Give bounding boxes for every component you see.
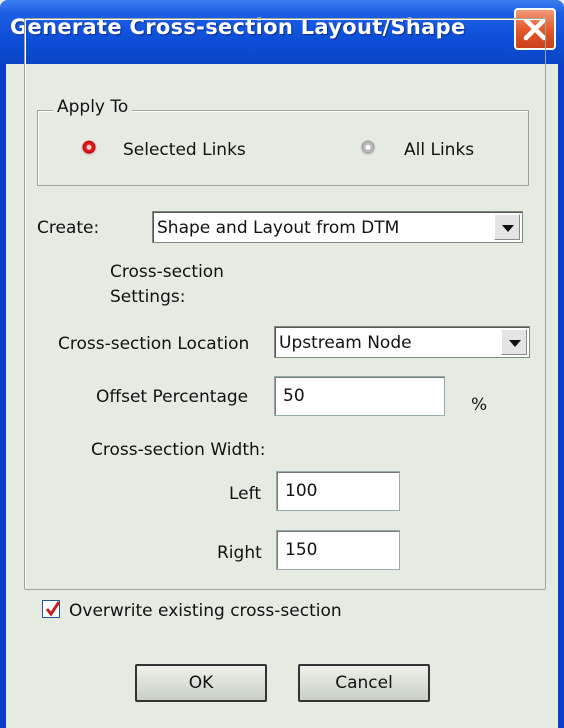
settings-heading-line1: Cross-section [110,262,224,282]
width-label: Cross-section Width: [91,440,266,460]
offset-input[interactable]: 50 [274,376,445,416]
radio-all-links[interactable] [360,140,376,156]
right-width-value: 150 [285,540,318,560]
create-select[interactable]: Shape and Layout from DTM [152,211,523,243]
create-select-value: Shape and Layout from DTM [157,218,400,238]
radio-all-links-label[interactable]: All Links [404,140,474,160]
chevron-down-icon[interactable] [501,329,527,355]
offset-value: 50 [283,386,305,406]
location-select[interactable]: Upstream Node [274,326,530,358]
right-width-input[interactable]: 150 [276,530,400,570]
overwrite-label[interactable]: Overwrite existing cross-section [69,601,342,621]
left-label: Left [229,484,261,504]
radio-selected-links-label[interactable]: Selected Links [123,140,246,160]
location-select-value: Upstream Node [279,333,412,353]
location-label: Cross-section Location [58,334,250,354]
radio-selected-links[interactable] [81,140,97,156]
chevron-down-icon[interactable] [494,214,520,240]
cancel-button[interactable]: Cancel [298,664,430,702]
checkmark-icon [45,601,61,617]
left-width-input[interactable]: 100 [276,471,400,511]
create-label: Create: [37,218,100,238]
right-label: Right [217,543,262,563]
offset-unit: % [471,395,488,415]
ok-button[interactable]: OK [135,664,267,702]
left-width-value: 100 [285,481,318,501]
offset-label: Offset Percentage [96,387,249,407]
settings-heading-line2: Settings: [110,287,186,307]
apply-to-label: Apply To [53,97,133,117]
overwrite-checkbox[interactable] [42,600,61,618]
